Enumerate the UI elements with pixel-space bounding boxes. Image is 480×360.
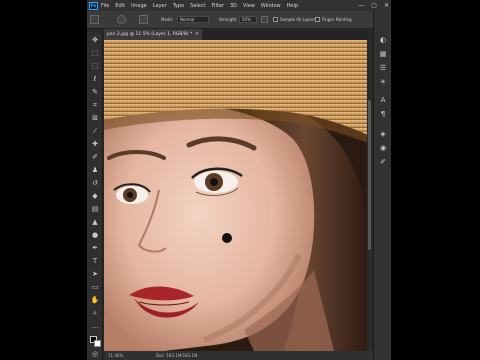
frame-tool-icon[interactable]: ⊠ xyxy=(90,114,100,123)
brush-settings-icon[interactable] xyxy=(139,15,148,24)
marquee-tool-icon[interactable]: ⬚ xyxy=(90,62,100,71)
artboard-tool-icon[interactable]: ⬚ xyxy=(90,49,100,58)
quick-mask-icon[interactable]: ◎ xyxy=(90,350,100,359)
menu-select[interactable]: Select xyxy=(190,3,205,9)
close-button[interactable]: ✕ xyxy=(384,1,389,10)
window-controls: — ▢ ✕ xyxy=(358,1,389,10)
lasso-tool-icon[interactable]: ℓ xyxy=(90,75,100,84)
document-size: Doc: 183.1M/183.1M xyxy=(156,353,198,358)
photoshop-window: Ps File Edit Image Layer Type Select Fil… xyxy=(87,0,391,360)
letterbox-right xyxy=(391,0,480,360)
type-tool-icon[interactable]: T xyxy=(90,257,100,266)
menu-layer[interactable]: Layer xyxy=(153,3,167,9)
status-bar: 11.46% Doc: 183.1M/183.1M xyxy=(104,351,373,360)
strength-label: Strength: xyxy=(219,17,238,22)
portrait-photo xyxy=(104,40,368,351)
options-bar: Mode: Normal Strength: 50% Sample All La… xyxy=(87,11,391,29)
letterbox-left xyxy=(0,0,87,360)
sample-all-layers-checkbox[interactable] xyxy=(273,17,278,22)
tool-preset-icon[interactable] xyxy=(90,15,99,24)
strength-field[interactable]: 50% xyxy=(239,16,257,23)
gradient-tool-icon[interactable]: ▤ xyxy=(90,205,100,214)
menu-type[interactable]: Type xyxy=(173,3,184,9)
properties-panel-icon[interactable]: ☰ xyxy=(378,63,388,73)
close-tab-icon[interactable]: × xyxy=(195,29,199,40)
minimize-button[interactable]: — xyxy=(358,1,364,10)
layers-panel-icon[interactable]: ◈ xyxy=(378,129,388,139)
quick-select-tool-icon[interactable]: ✎ xyxy=(90,88,100,97)
tools-panel: ✥ ⬚ ⬚ ℓ ✎ ⌗ ⊠ ⁄ ✚ ✐ ♟ ↺ ◆ ▤ ▲ ● ✒ T ➤ ▭ … xyxy=(87,32,103,360)
pen-tool-icon[interactable]: ✒ xyxy=(90,244,100,253)
edit-toolbar-icon[interactable]: … xyxy=(90,322,100,331)
document-tab[interactable]: pan 2.jpg @ 11.5% (Layer 1, RGB/8) * × xyxy=(104,29,202,40)
move-tool-icon[interactable]: ✥ xyxy=(90,36,100,45)
brush-preset-icon[interactable] xyxy=(117,15,126,24)
menu-bar: Ps File Edit Image Layer Type Select Fil… xyxy=(87,0,391,11)
channels-panel-icon[interactable]: ◉ xyxy=(378,143,388,153)
document-tab-title: pan 2.jpg @ 11.5% (Layer 1, RGB/8) * xyxy=(107,32,193,37)
hand-tool-icon[interactable]: ✋ xyxy=(90,296,100,305)
sample-all-layers-label: Sample All Layers xyxy=(280,17,316,22)
menu-image[interactable]: Image xyxy=(131,3,147,9)
background-color-swatch[interactable] xyxy=(94,340,101,347)
paths-panel-icon[interactable]: ✐ xyxy=(378,157,388,167)
photoshop-logo: Ps xyxy=(89,1,98,10)
mode-label: Mode: xyxy=(161,17,174,22)
spot-healing-tool-icon[interactable]: ✚ xyxy=(90,140,100,149)
right-panel-dock: ◐ ▦ ☰ ☀ A ¶ ◈ ◉ ✐ xyxy=(373,11,391,360)
menu-filter[interactable]: Filter xyxy=(212,3,224,9)
paragraph-panel-icon[interactable]: ¶ xyxy=(378,109,388,119)
menu-help[interactable]: Help xyxy=(287,3,298,9)
zoom-level[interactable]: 11.46% xyxy=(108,351,123,360)
path-select-tool-icon[interactable]: ➤ xyxy=(90,270,100,279)
character-panel-icon[interactable]: A xyxy=(378,95,388,105)
mode-select[interactable]: Normal xyxy=(177,16,209,23)
eyedropper-tool-icon[interactable]: ⁄ xyxy=(90,127,100,136)
rectangle-tool-icon[interactable]: ▭ xyxy=(90,283,100,292)
history-brush-tool-icon[interactable]: ↺ xyxy=(90,179,100,188)
menu-3d[interactable]: 3D xyxy=(230,3,237,9)
menu-edit[interactable]: Edit xyxy=(115,3,125,9)
brush-tool-icon[interactable]: ✐ xyxy=(90,153,100,162)
document-canvas[interactable] xyxy=(104,40,368,351)
eraser-tool-icon[interactable]: ◆ xyxy=(90,192,100,201)
menu-file[interactable]: File xyxy=(101,3,109,9)
swatches-panel-icon[interactable]: ▦ xyxy=(378,49,388,59)
menu-view[interactable]: View xyxy=(243,3,255,9)
finger-painting-checkbox[interactable] xyxy=(315,17,320,22)
color-panel-icon[interactable]: ◐ xyxy=(378,35,388,45)
crop-tool-icon[interactable]: ⌗ xyxy=(90,101,100,110)
pressure-icon[interactable] xyxy=(261,16,268,23)
adjustments-panel-icon[interactable]: ☀ xyxy=(378,77,388,87)
finger-painting-label: Finger Painting xyxy=(322,17,352,22)
document-tabs: pan 2.jpg @ 11.5% (Layer 1, RGB/8) * × xyxy=(104,29,367,40)
dodge-tool-icon[interactable]: ● xyxy=(90,231,100,240)
blur-tool-icon[interactable]: ▲ xyxy=(90,218,100,227)
zoom-tool-icon[interactable]: ⌕ xyxy=(90,309,100,318)
scrollbar-thumb[interactable] xyxy=(368,100,371,250)
clone-stamp-tool-icon[interactable]: ♟ xyxy=(90,166,100,175)
menu-window[interactable]: Window xyxy=(261,3,281,9)
maximize-button[interactable]: ▢ xyxy=(371,1,377,10)
